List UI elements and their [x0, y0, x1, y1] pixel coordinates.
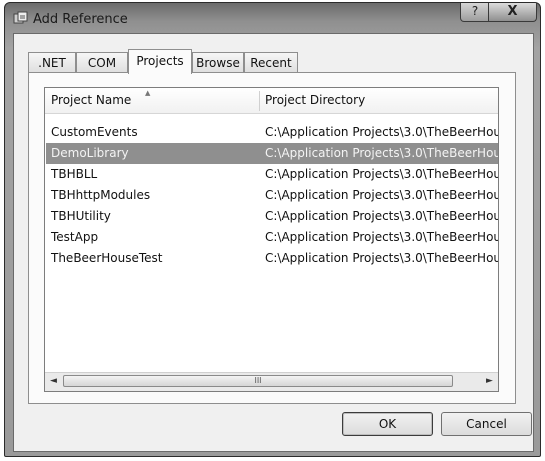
column-header-label: Project Directory [265, 93, 366, 107]
scroll-right-icon[interactable]: ► [481, 373, 498, 390]
list-item[interactable]: TBHUtility C:\Application Projects\3.0\T… [46, 206, 498, 227]
help-button[interactable]: ? [460, 3, 490, 22]
project-name: TBHBLL [51, 167, 98, 181]
list-item[interactable]: TheBeerHouseTest C:\Application Projects… [46, 248, 498, 269]
tab-recent[interactable]: Recent [244, 52, 298, 73]
list-item[interactable]: TBHhttpModules C:\Application Projects\3… [46, 185, 498, 206]
scroll-grip: III [254, 376, 262, 385]
close-button[interactable]: X [488, 3, 537, 22]
project-directory: C:\Application Projects\3.0\TheBeerHou [265, 209, 498, 223]
list-item[interactable]: CustomEvents C:\Application Projects\3.0… [46, 122, 498, 143]
project-directory: C:\Application Projects\3.0\TheBeerHou [265, 188, 498, 202]
sort-up-icon: ▲ [145, 89, 151, 97]
tab-com[interactable]: COM [76, 52, 128, 73]
scroll-left-icon[interactable]: ◄ [45, 373, 62, 390]
column-header-project-name[interactable]: Project Name [45, 88, 259, 113]
add-reference-icon [13, 11, 28, 24]
project-list[interactable]: Project Name ▲ Project Directory CustomE… [44, 87, 499, 392]
project-name: TheBeerHouseTest [51, 251, 163, 265]
list-header: Project Name ▲ Project Directory [45, 88, 498, 114]
window-title: Add Reference [33, 12, 128, 27]
project-name: TBHUtility [51, 209, 111, 223]
project-name: CustomEvents [51, 125, 138, 139]
project-directory: C:\Application Projects\3.0\TheBeerHou [265, 251, 498, 265]
column-header-label: Project Name [51, 93, 132, 107]
tab-dotnet[interactable]: .NET [28, 52, 76, 73]
project-name: DemoLibrary [51, 146, 129, 160]
cancel-button[interactable]: Cancel [441, 412, 532, 436]
list-item-selected[interactable]: DemoLibrary C:\Application Projects\3.0\… [46, 143, 498, 164]
column-header-project-directory[interactable]: Project Directory [259, 88, 498, 113]
projects-tab-panel: Project Name ▲ Project Directory CustomE… [28, 72, 516, 404]
dialog-body: .NET COM Projects Browse Recent Project … [13, 33, 534, 452]
tab-browse[interactable]: Browse [192, 52, 244, 73]
tab-projects[interactable]: Projects [128, 49, 192, 74]
project-directory: C:\Application Projects\3.0\TheBeerHou [265, 167, 498, 181]
project-directory: C:\Application Projects\3.0\TheBeerHou [265, 230, 498, 244]
project-directory: C:\Application Projects\3.0\TheBeerHou [265, 125, 498, 139]
add-reference-dialog: Add Reference ? X .NET COM Projects Brow… [4, 2, 541, 457]
horizontal-scrollbar[interactable]: ◄ III ► [45, 372, 498, 391]
project-name: TBHhttpModules [51, 188, 151, 202]
ok-button[interactable]: OK [342, 412, 433, 436]
project-directory: C:\Application Projects\3.0\TheBeerHou [265, 146, 498, 160]
list-item[interactable]: TestApp C:\Application Projects\3.0\TheB… [46, 227, 498, 248]
list-item[interactable]: TBHBLL C:\Application Projects\3.0\TheBe… [46, 164, 498, 185]
scroll-thumb[interactable]: III [63, 375, 453, 387]
project-name: TestApp [51, 230, 99, 244]
